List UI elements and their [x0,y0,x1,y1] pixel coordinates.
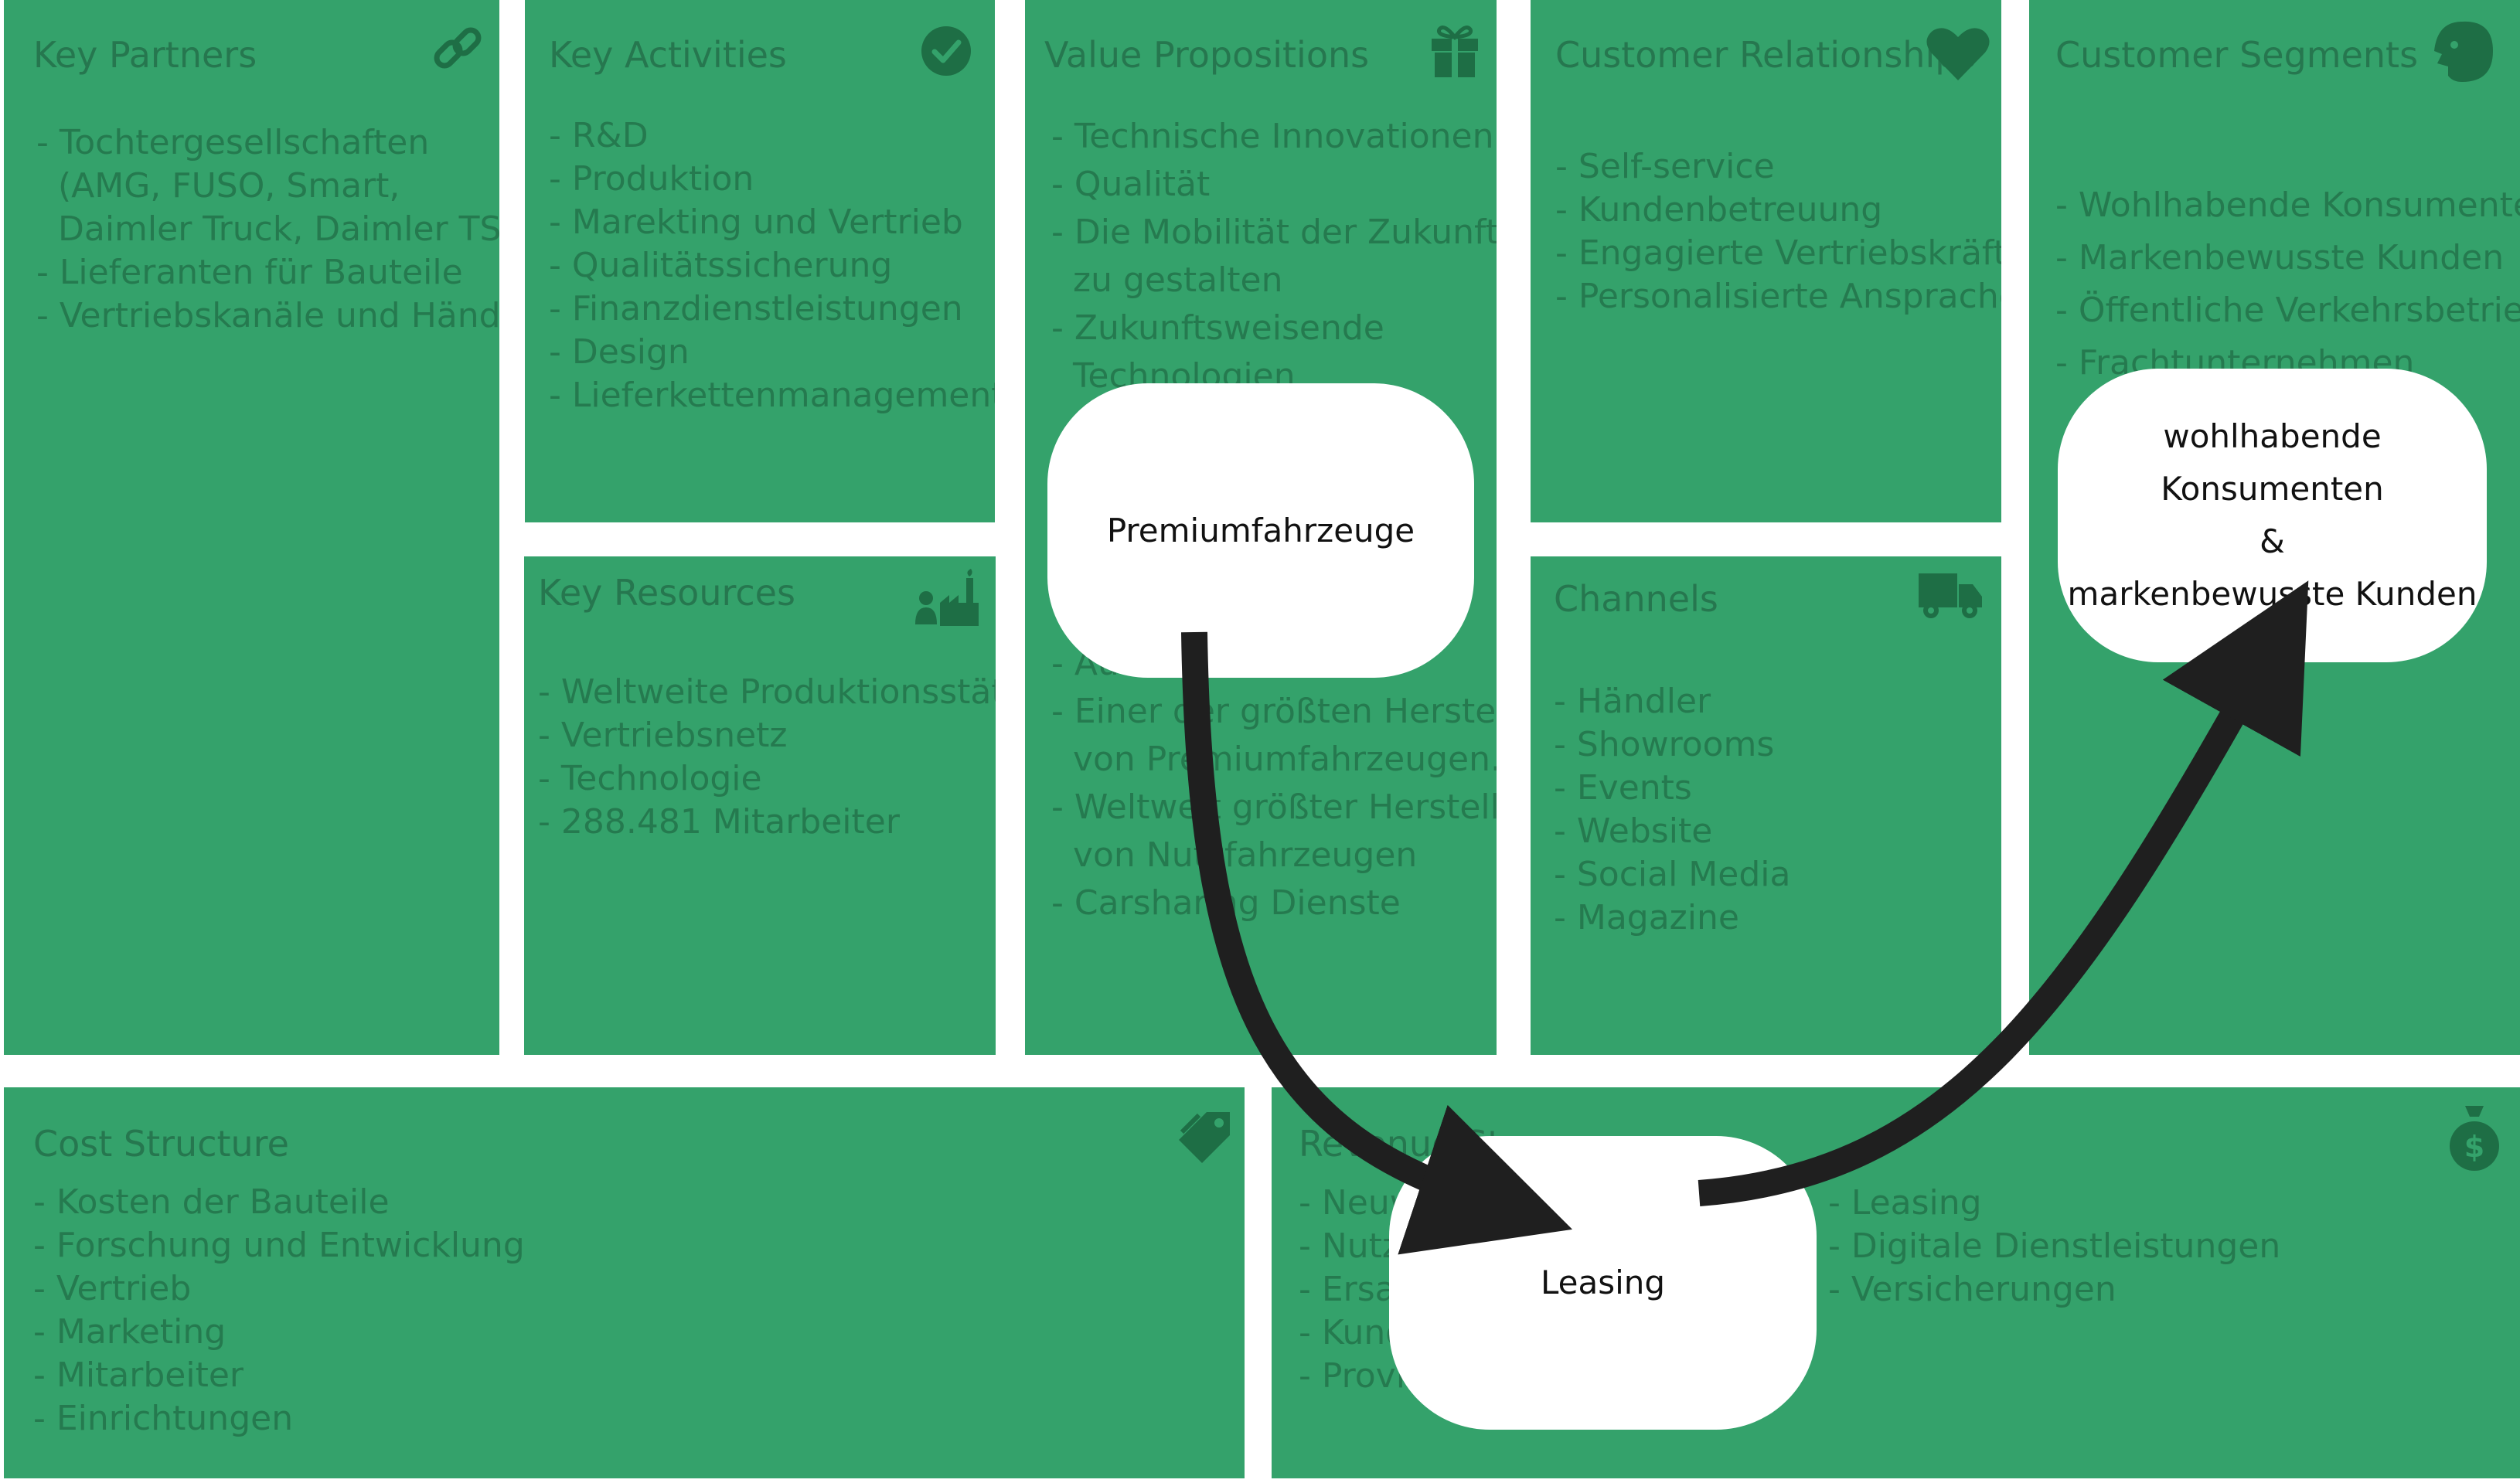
list-item: - Mitarbeiter [33,1355,243,1395]
list-item: - Lieferanten für Bauteile [36,253,463,292]
customer-relationships-block: Customer Relationships - Self-service - K… [1531,0,2001,522]
list-item: - Weltweite Produktionsstätten [538,672,996,712]
list-item: - Wohlhabende Konsumenten [2055,185,2520,225]
money-bag-icon: $ [2450,1106,2499,1171]
key-activities-list: - R&D - Produktion - Marekting und Vertrie… [549,114,995,417]
price-tag-icon [1179,1112,1230,1163]
customer-relationships-list: - Self-service - Kundenbetreuung - Engagie… [1555,145,2001,318]
list-item: von Nutzfahrzeugen [1051,835,1418,875]
cost-structure-title: Cost Structure [33,1123,289,1165]
revenue-streams-list-right: - Leasing - Digitale Dienstleistungen - Ve… [1828,1182,2280,1311]
cost-structure-list: - Kosten der Bauteile - Forschung und Ent… [33,1181,525,1440]
truck-icon [1919,573,1982,618]
list-item: - Vertriebsnetz [538,716,788,755]
key-partners-block: Key Partners - Tochtergesellschaften (AM… [4,0,499,1055]
list-item: - Tochtergesellschaften [36,123,430,162]
channels-block: Channels - Händler - Showrooms - Events - W… [1531,556,2001,1055]
target-customers-bubble: wohlhabende Konsumenten & markenbewusste… [2058,369,2487,662]
list-item: - Marketing [33,1312,226,1352]
value-propositions-title: Value Propositions [1044,34,1370,76]
list-item: - Versicherungen [1828,1270,2116,1309]
list-item: - Einrichtungen [33,1399,294,1438]
list-item: zu gestalten [1051,260,1283,300]
list-item: - Design [549,332,690,372]
list-item: - R&D [549,116,649,155]
list-item: - Marekting und Vertrieb [549,202,963,242]
list-item: - Personalisierte Ansprache [1555,277,2001,316]
leasing-label: Leasing [1540,1264,1666,1301]
list-item: von Premiumfahrzeugen. [1051,740,1497,779]
list-item: - Digitale Dienstleistungen [1828,1226,2281,1266]
check-circle-icon [921,26,971,76]
list-item: - 288.481 Mitarbeiter [538,802,900,842]
value-propositions-list-top: - Technische Innovationen - Qualität - Die… [1051,113,1497,400]
list-item: - Kosten der Bauteile [33,1182,390,1222]
leasing-bubble: Leasing [1389,1136,1817,1430]
list-item: - Die Mobilität der Zukunft [1051,213,1497,252]
key-partners-title: Key Partners [33,34,257,76]
value-propositions-list-bottom: - Auto- Einer der größten Hersteller von… [1051,640,1497,927]
list-item: - Markenbewusste Kunden [2055,238,2505,277]
list-item: - Zukunftsweisende [1051,308,1384,348]
list-item: - Technologie [538,759,762,798]
list-item: - Vertriebskanäle und Händler [36,296,499,335]
key-partners-list: - Tochtergesellschaften (AMG, FUSO, Smar… [36,121,499,338]
link-icon [434,27,482,69]
key-resources-title: Key Resources [538,572,795,614]
cost-structure-block: Cost Structure - Kosten der Bauteile - Fo… [4,1087,1245,1478]
list-item: - Leasing [1828,1183,1982,1223]
customer-segments-list: - Wohlhabende Konsumenten - Markenbewusst… [2055,179,2520,389]
list-item: - Self-service [1555,147,1775,186]
key-resources-list: - Weltweite Produktionsstätten - Vertrieb… [538,671,996,844]
list-item: - Qualitätssicherung [549,246,893,285]
list-item: (AMG, FUSO, Smart, [36,166,400,206]
list-item: - Kundenbetreuung [1555,190,1883,230]
list-item: - Einer der größten Hersteller [1051,692,1497,731]
list-item: - Qualität [1051,165,1211,204]
list-item: - Forschung und Entwicklung [33,1226,525,1265]
list-item: - Produktion [549,159,754,199]
customer-segments-title: Customer Segments [2055,34,2419,76]
channels-list: - Händler - Showrooms - Events - Website - S… [1554,680,1790,940]
list-item: - Händler [1554,682,1711,721]
key-activities-block: Key Activities - R&D - Produktion - Marekt… [525,0,995,522]
list-item: - Showrooms [1554,725,1775,764]
gift-icon [1432,26,1478,77]
key-resources-block: Key Resources - Weltweite Produktionsstä… [524,556,996,1055]
target-customers-label: wohlhabende Konsumenten & markenbewusste… [2067,417,2477,613]
list-item: - Website [1554,811,1713,851]
premiumfahrzeuge-label: Premiumfahrzeuge [1106,511,1415,549]
list-item: - Weltweit größter Hersteller [1051,787,1497,827]
list-item: - Events [1554,768,1692,808]
list-item: - Finanzdienstleistungen [549,289,963,328]
key-activities-title: Key Activities [549,34,787,76]
heart-icon [1926,28,1990,80]
svg-text:$: $ [2464,1130,2484,1164]
list-item: Daimler Truck, Daimler TSS...) [57,209,499,249]
list-item: - Magazine [1554,898,1739,937]
list-item: - Carsharing Dienste [1051,883,1401,923]
list-item: - Engagierte Vertriebskräfte [1555,233,2001,273]
list-item: - Technische Innovationen [1051,117,1494,156]
list-item: - Öffentliche Verkehrsbetriebe [2055,291,2520,330]
list-item: - Vertrieb [33,1269,192,1308]
channels-title: Channels [1554,578,1718,620]
premiumfahrzeuge-bubble: Premiumfahrzeuge [1047,383,1474,678]
face-profile-icon [2434,21,2493,82]
factory-worker-icon [915,569,979,626]
list-item: - Lieferkettenmanagement [549,376,995,415]
customer-relationships-title: Customer Relationships [1555,34,1977,76]
list-item: - Social Media [1554,855,1791,894]
